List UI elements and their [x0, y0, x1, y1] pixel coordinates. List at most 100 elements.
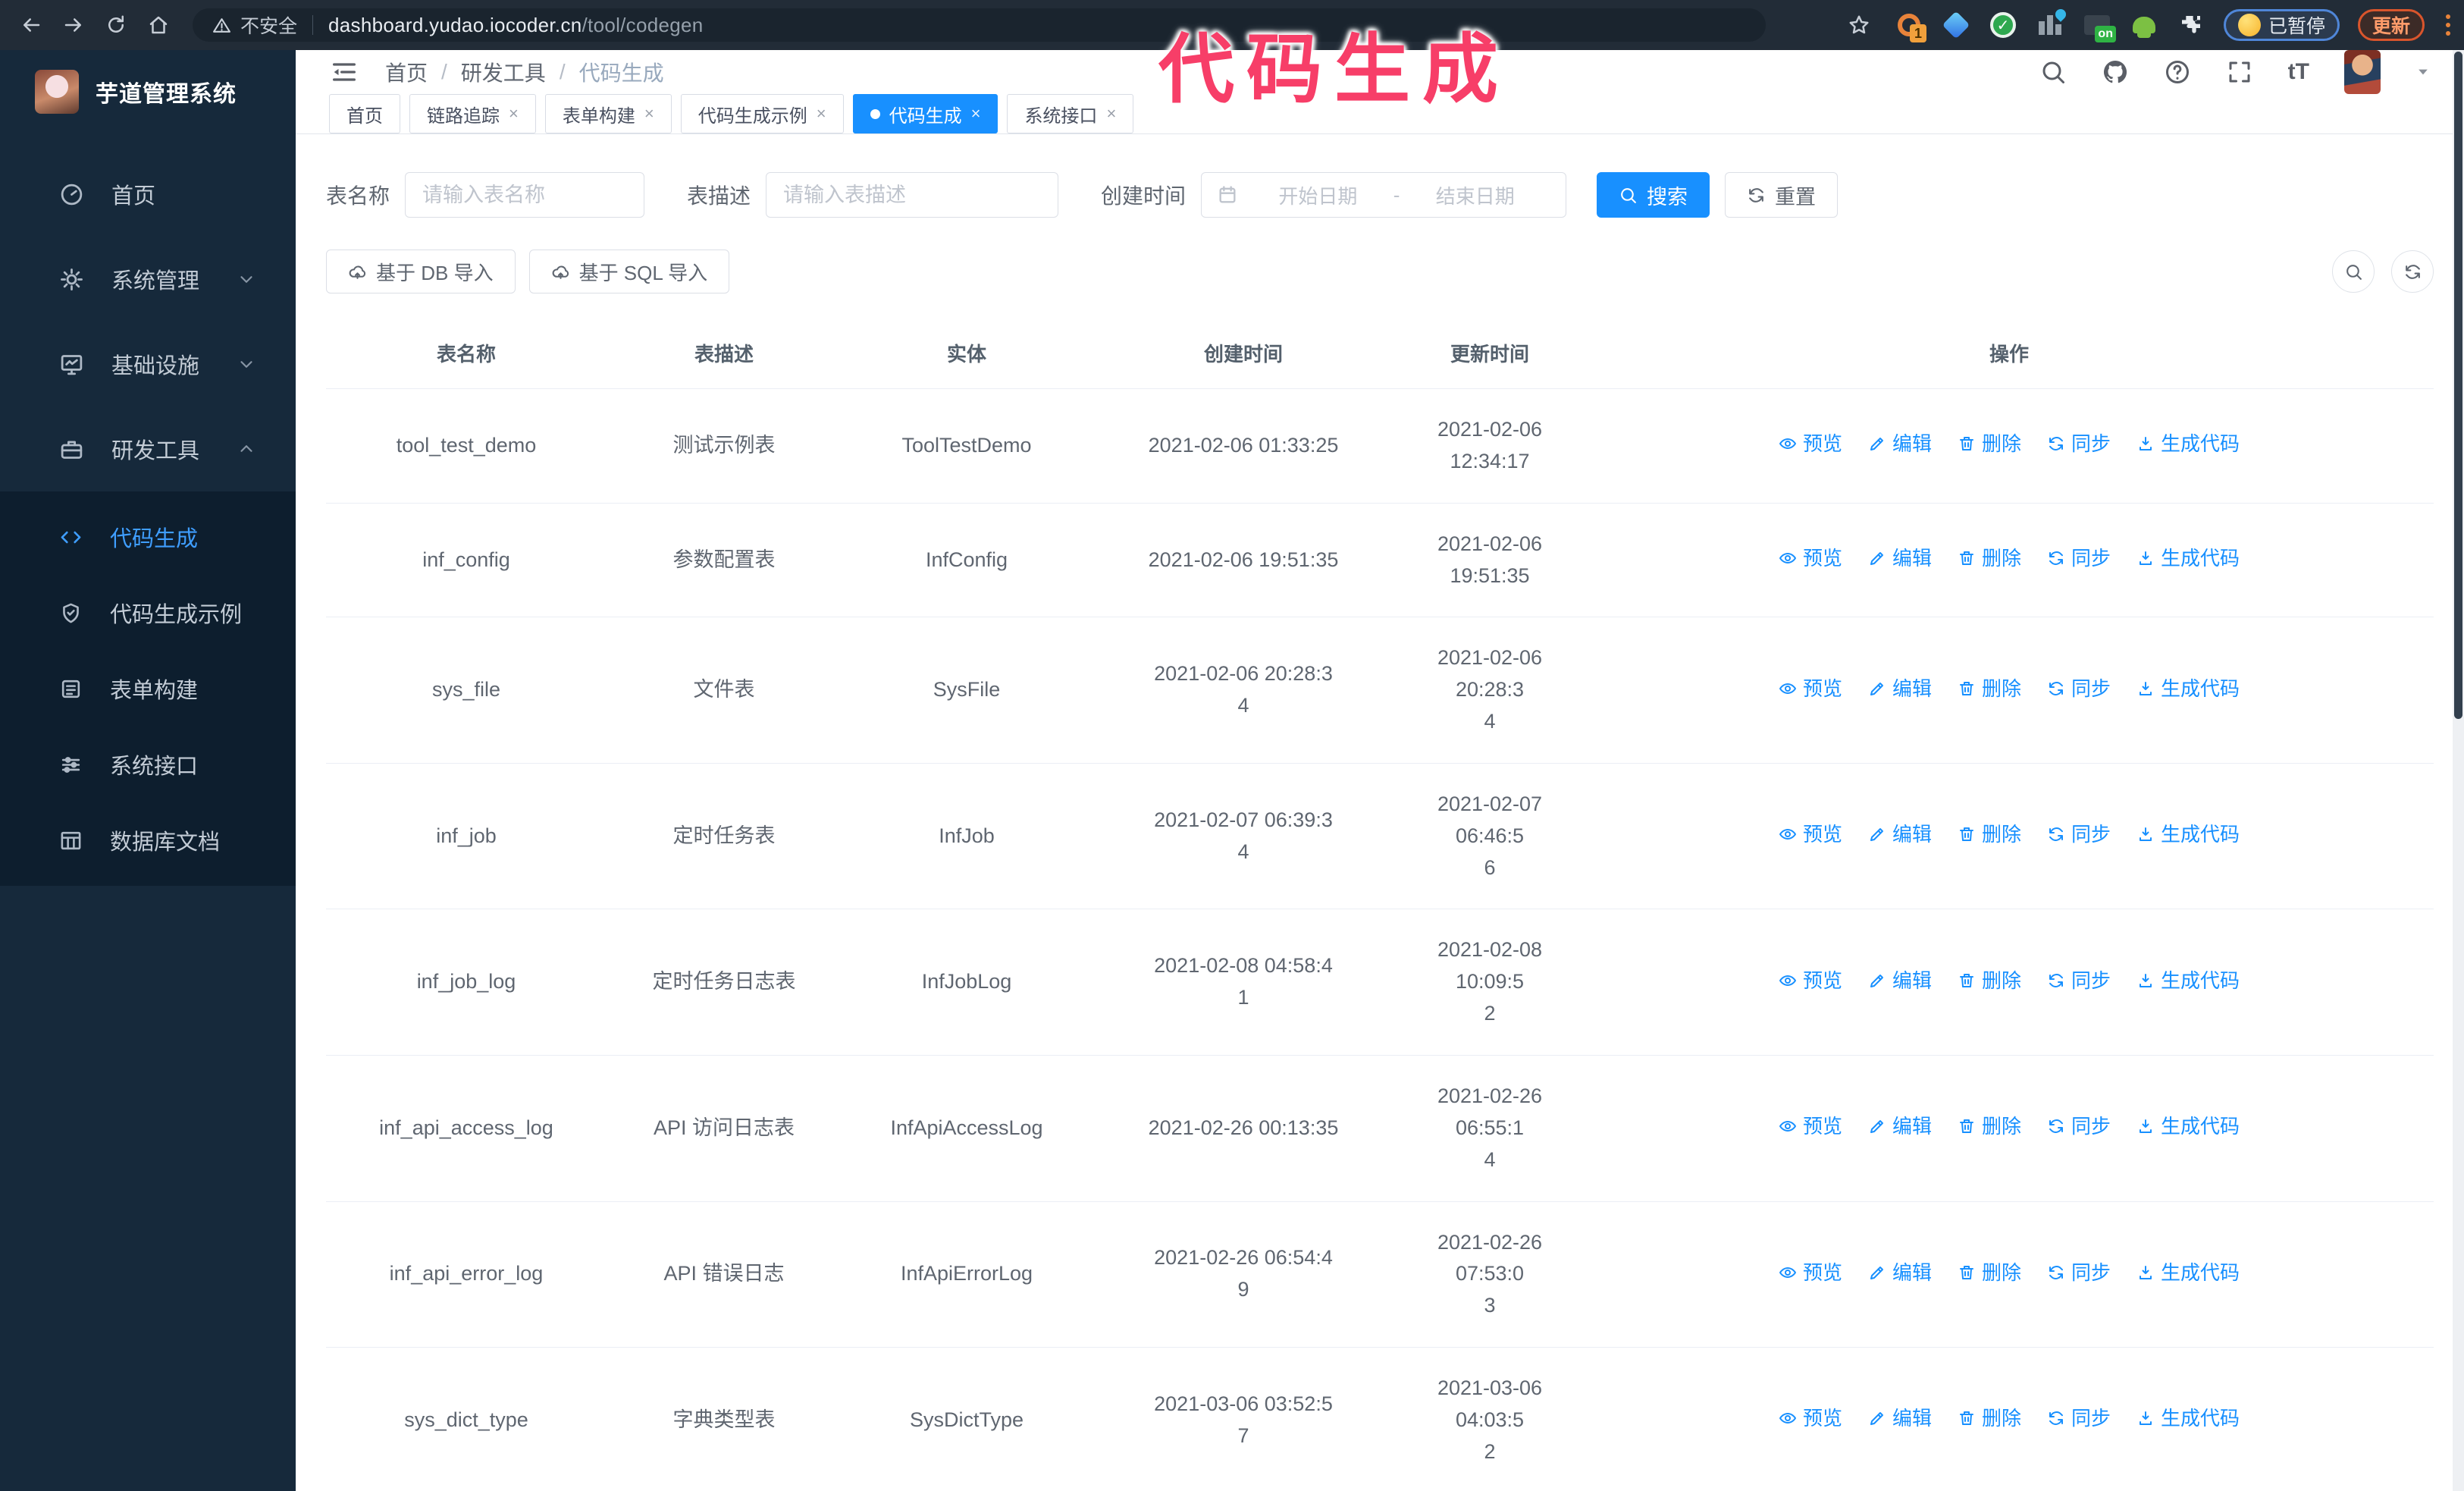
- sync-link[interactable]: 同步: [2047, 1257, 2111, 1288]
- delete-link[interactable]: 删除: [1958, 428, 2021, 459]
- close-icon[interactable]: ×: [509, 104, 519, 124]
- extension-android-icon[interactable]: [2130, 11, 2158, 39]
- home-button[interactable]: [141, 8, 176, 42]
- sidebar-item-dev-tools[interactable]: 研发工具: [0, 406, 296, 491]
- extension-dark-icon[interactable]: on: [2083, 11, 2116, 42]
- scrollbar-thumb[interactable]: [2454, 52, 2462, 719]
- delete-link[interactable]: 删除: [1958, 1257, 2021, 1288]
- table-row[interactable]: inf_api_error_log API 错误日志 InfApiErrorLo…: [326, 1201, 2434, 1348]
- extension-orange-icon[interactable]: 1: [1895, 11, 1926, 42]
- breadcrumb-home[interactable]: 首页: [385, 57, 428, 87]
- preview-link[interactable]: 预览: [1779, 1403, 1842, 1433]
- tab-form-builder[interactable]: 表单构建 ×: [544, 94, 672, 133]
- search-button[interactable]: 搜索: [1597, 172, 1710, 218]
- tab-tracing[interactable]: 链路追踪 ×: [409, 94, 536, 133]
- tab-system-api[interactable]: 系统接口 ×: [1007, 94, 1134, 133]
- generate-code-link[interactable]: 生成代码: [2136, 819, 2240, 849]
- sidebar-item-home[interactable]: 首页: [0, 152, 296, 237]
- sync-link[interactable]: 同步: [2047, 1403, 2111, 1433]
- sidebar-item-system[interactable]: 系统管理: [0, 237, 296, 322]
- delete-link[interactable]: 删除: [1958, 819, 2021, 849]
- page-scrollbar[interactable]: [2453, 50, 2464, 1491]
- generate-code-link[interactable]: 生成代码: [2136, 1111, 2240, 1141]
- breadcrumb-dev-tools[interactable]: 研发工具: [461, 57, 546, 87]
- generate-code-link[interactable]: 生成代码: [2136, 673, 2240, 704]
- edit-link[interactable]: 编辑: [1868, 543, 1932, 573]
- table-row[interactable]: inf_api_access_log API 访问日志表 InfApiAcces…: [326, 1055, 2434, 1202]
- bookmark-star-icon[interactable]: [1842, 8, 1876, 42]
- table-row[interactable]: sys_dict_type 字典类型表 SysDictType 2021-03-…: [326, 1347, 2434, 1491]
- table-name-input[interactable]: [405, 172, 645, 218]
- preview-link[interactable]: 预览: [1779, 428, 1842, 459]
- reset-button[interactable]: 重置: [1725, 172, 1839, 218]
- tab-codegen[interactable]: 代码生成 ×: [852, 94, 998, 133]
- font-size-icon[interactable]: tT: [2288, 59, 2309, 85]
- help-icon[interactable]: [2164, 58, 2191, 86]
- extension-check-icon[interactable]: ✓: [1989, 11, 2017, 39]
- sync-link[interactable]: 同步: [2047, 673, 2111, 704]
- tab-codegen-example[interactable]: 代码生成示例 ×: [680, 94, 844, 133]
- logo-row[interactable]: 芋道管理系统: [0, 50, 296, 132]
- hamburger-icon[interactable]: [329, 57, 359, 87]
- sidebar-item-form-builder[interactable]: 表单构建: [0, 651, 296, 727]
- table-row[interactable]: inf_config 参数配置表 InfConfig 2021-02-06 19…: [326, 503, 2434, 618]
- close-icon[interactable]: ×: [971, 104, 981, 124]
- avatar-caret-icon[interactable]: [2415, 64, 2431, 80]
- refresh-table-button[interactable]: [2391, 250, 2434, 293]
- generate-code-link[interactable]: 生成代码: [2136, 428, 2240, 459]
- preview-link[interactable]: 预览: [1779, 1111, 1842, 1141]
- url-bar[interactable]: 不安全 dashboard.yudao.iocoder.cn/tool/code…: [193, 8, 1766, 42]
- sync-link[interactable]: 同步: [2047, 543, 2111, 573]
- preview-link[interactable]: 预览: [1779, 819, 1842, 849]
- sidebar-item-codegen[interactable]: 代码生成: [0, 499, 296, 575]
- close-icon[interactable]: ×: [644, 104, 654, 124]
- delete-link[interactable]: 删除: [1958, 1403, 2021, 1433]
- delete-link[interactable]: 删除: [1958, 673, 2021, 704]
- reload-button[interactable]: [99, 8, 133, 42]
- preview-link[interactable]: 预览: [1779, 673, 1842, 704]
- import-sql-button[interactable]: 基于 SQL 导入: [528, 250, 730, 293]
- preview-link[interactable]: 预览: [1779, 965, 1842, 996]
- delete-link[interactable]: 删除: [1958, 543, 2021, 573]
- preview-link[interactable]: 预览: [1779, 543, 1842, 573]
- sidebar-item-db-docs[interactable]: 数据库文档: [0, 802, 296, 878]
- edit-link[interactable]: 编辑: [1868, 1257, 1932, 1288]
- extension-puzzle-icon[interactable]: [2177, 11, 2205, 39]
- sync-link[interactable]: 同步: [2047, 1111, 2111, 1141]
- table-row[interactable]: tool_test_demo 测试示例表 ToolTestDemo 2021-0…: [326, 388, 2434, 504]
- github-icon[interactable]: [2102, 58, 2129, 86]
- edit-link[interactable]: 编辑: [1868, 819, 1932, 849]
- sidebar-item-infrastructure[interactable]: 基础设施: [0, 322, 296, 406]
- show-search-button[interactable]: [2332, 250, 2375, 293]
- edit-link[interactable]: 编辑: [1868, 965, 1932, 996]
- edit-link[interactable]: 编辑: [1868, 1403, 1932, 1433]
- close-icon[interactable]: ×: [817, 104, 826, 124]
- date-range-picker[interactable]: 开始日期 - 结束日期: [1201, 172, 1567, 218]
- table-desc-input[interactable]: [766, 172, 1059, 218]
- back-button[interactable]: [14, 8, 49, 42]
- delete-link[interactable]: 删除: [1958, 965, 2021, 996]
- forward-button[interactable]: [56, 8, 91, 42]
- tab-home[interactable]: 首页: [329, 94, 400, 133]
- search-icon[interactable]: [2039, 58, 2067, 86]
- import-db-button[interactable]: 基于 DB 导入: [326, 250, 516, 293]
- generate-code-link[interactable]: 生成代码: [2136, 965, 2240, 996]
- generate-code-link[interactable]: 生成代码: [2136, 1403, 2240, 1433]
- extension-diamond-icon[interactable]: [1942, 11, 1970, 39]
- sync-link[interactable]: 同步: [2047, 819, 2111, 849]
- sync-link[interactable]: 同步: [2047, 965, 2111, 996]
- sidebar-item-system-api[interactable]: 系统接口: [0, 727, 296, 802]
- sidebar-item-codegen-example[interactable]: 代码生成示例: [0, 575, 296, 651]
- edit-link[interactable]: 编辑: [1868, 1111, 1932, 1141]
- generate-code-link[interactable]: 生成代码: [2136, 543, 2240, 573]
- table-row[interactable]: inf_job 定时任务表 InfJob 2021-02-07 06:39:3 …: [326, 763, 2434, 910]
- sync-link[interactable]: 同步: [2047, 428, 2111, 459]
- chrome-menu-dots-icon[interactable]: [2446, 14, 2450, 36]
- preview-link[interactable]: 预览: [1779, 1257, 1842, 1288]
- edit-link[interactable]: 编辑: [1868, 428, 1932, 459]
- delete-link[interactable]: 删除: [1958, 1111, 2021, 1141]
- profile-paused-pill[interactable]: 已暂停: [2223, 9, 2340, 41]
- fullscreen-icon[interactable]: [2226, 58, 2253, 86]
- edit-link[interactable]: 编辑: [1868, 673, 1932, 704]
- close-icon[interactable]: ×: [1106, 104, 1116, 124]
